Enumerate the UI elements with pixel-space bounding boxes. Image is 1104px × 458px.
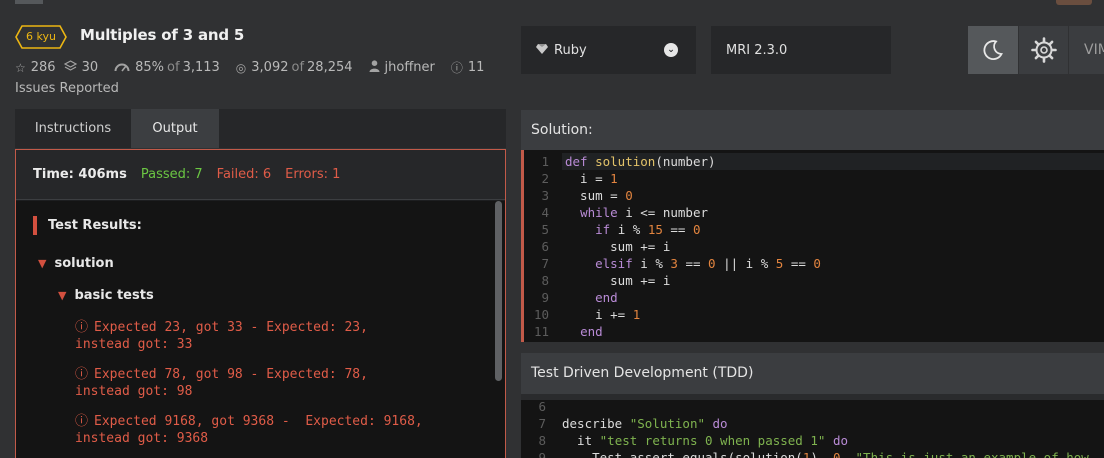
version-value: MRI 2.3.0 — [726, 42, 788, 58]
light-theme-button[interactable] — [1019, 26, 1068, 74]
ruby-icon — [536, 43, 548, 58]
failure-message: ⓘ Expected 78, got 98 - Expected: 78, ins… — [75, 367, 368, 399]
kata-title[interactable]: Multiples of 3 and 5 — [80, 26, 244, 44]
moon-icon — [983, 40, 1003, 60]
star-icon: ☆ — [15, 60, 26, 75]
chevron-down-icon: ⌄ — [664, 43, 678, 57]
left-panel-tabs: Instructions Output — [15, 109, 506, 148]
test-summary: Time: 406ms Passed: 7 Failed: 6 Errors: … — [16, 150, 505, 200]
editor-shadow — [521, 394, 1104, 400]
errors-count: Errors: 1 — [285, 167, 341, 182]
solution-editor[interactable]: 1 def solution(number) 2 i = 1 3 sum = 0 … — [521, 150, 1104, 342]
passed-count: Passed: 7 — [140, 167, 203, 182]
error-icon: ⓘ — [75, 367, 89, 382]
dark-theme-button[interactable] — [968, 26, 1018, 74]
rank-label: 6 kyu — [26, 30, 56, 43]
tdd-editor[interactable]: 6 7 describe "Solution" do 8 it "test ret… — [521, 394, 1104, 458]
alert-icon: ⓘ — [450, 61, 463, 75]
layers-icon — [63, 60, 77, 75]
user-avatar[interactable] — [1056, 0, 1092, 5]
user-icon — [369, 60, 380, 75]
output-panel: Time: 406ms Passed: 7 Failed: 6 Errors: … — [15, 149, 506, 458]
kata-stats: ☆ 286 30 85% of 3,113 ◎ 3,092 of 28,254 … — [15, 59, 500, 76]
gear-icon — [1030, 37, 1057, 63]
tab-instructions[interactable]: Instructions — [15, 109, 131, 148]
top-nav-tab[interactable] — [15, 0, 43, 4]
author-link[interactable]: jhoffner — [369, 60, 435, 75]
tab-output[interactable]: Output — [131, 109, 219, 148]
target-icon: ◎ — [235, 60, 247, 75]
failure-message: ⓘ Expected 23, got 33 - Expected: 23, ins… — [75, 320, 368, 352]
language-select[interactable]: Ruby ⌄ — [521, 26, 696, 74]
satisfaction-stat: 85% of 3,113 — [114, 60, 220, 75]
failed-count: Failed: 6 — [216, 167, 272, 182]
results-heading: Test Results: — [33, 216, 142, 235]
solution-heading: Solution: — [521, 110, 1104, 150]
test-results[interactable]: Test Results: ▼ solution ▼ basic tests ⓘ Ex… — [16, 201, 505, 458]
vim-mode-button[interactable]: VIM — [1069, 26, 1104, 74]
run-time: Time: 406ms — [33, 167, 127, 182]
error-icon: ⓘ — [75, 414, 89, 429]
gauge-icon — [114, 61, 130, 75]
group-basic-tests[interactable]: ▼ basic tests — [58, 288, 154, 303]
issues-count[interactable]: ⓘ 11 — [451, 59, 485, 76]
version-select[interactable]: MRI 2.3.0 — [711, 26, 891, 74]
group-solution[interactable]: ▼ solution — [38, 256, 114, 271]
completed-stat: ◎ 3,092 of 28,254 — [235, 60, 353, 75]
stars-stat[interactable]: ☆ 286 — [15, 60, 56, 75]
results-scrollbar[interactable] — [495, 201, 502, 381]
language-value: Ruby — [554, 42, 587, 58]
caret-down-icon: ▼ — [58, 289, 67, 302]
error-icon: ⓘ — [75, 320, 89, 335]
caret-down-icon: ▼ — [38, 257, 47, 270]
failure-message: ⓘ Expected 9168, got 9368 - Expected: 916… — [75, 414, 423, 446]
tdd-heading: Test Driven Development (TDD) — [521, 353, 1104, 394]
rank-badge: 6 kyu — [15, 25, 67, 49]
issues-label[interactable]: Issues Reported — [15, 81, 119, 96]
collections-stat[interactable]: 30 — [63, 60, 98, 75]
